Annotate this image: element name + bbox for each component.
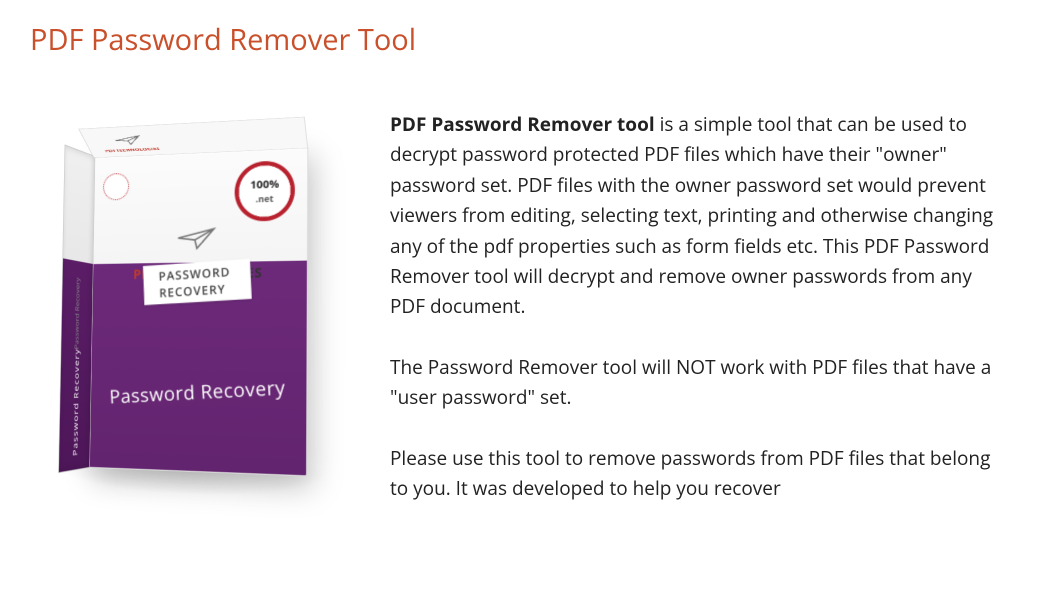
paragraph-3: Please use this tool to remove passwords… bbox=[390, 443, 1011, 504]
box-side-panel: Password Recovery Password Recovery bbox=[58, 144, 95, 473]
para1-rest: is a simple tool that can be used to dec… bbox=[390, 111, 993, 319]
password-recovery-strip: PASSWORD RECOVERY bbox=[143, 259, 252, 306]
product-box-image: Password Recovery Password Recovery PDFT… bbox=[30, 109, 360, 539]
page-title: PDF Password Remover Tool bbox=[30, 20, 1011, 59]
side-label-lower: Password Recovery bbox=[70, 348, 81, 456]
hundred-percent-badge-icon: 100% .net bbox=[234, 160, 295, 222]
content-row: Password Recovery Password Recovery PDFT… bbox=[30, 109, 1011, 539]
box-front-panel: 100% .net PDFTECHNOLOGIES PASSWORD RECOV… bbox=[88, 146, 308, 476]
paragraph-1: PDF Password Remover tool is a simple to… bbox=[390, 109, 1011, 322]
side-label-upper: Password Recovery bbox=[73, 277, 81, 349]
description-text: PDF Password Remover tool is a simple to… bbox=[390, 109, 1011, 539]
top-brand-text: PDFTECHNOLOGIES bbox=[104, 146, 161, 153]
badge-percent: 100% bbox=[250, 177, 279, 193]
lead-bold: PDF Password Remover tool bbox=[390, 111, 655, 137]
badge-dotnet-label: .net bbox=[256, 192, 274, 206]
main-product-label: Password Recovery bbox=[90, 373, 307, 411]
paragraph-2: The Password Remover tool will NOT work … bbox=[390, 352, 1011, 413]
paper-plane-icon bbox=[175, 224, 218, 256]
small-badge-icon bbox=[103, 173, 129, 201]
paper-plane-icon bbox=[112, 134, 146, 147]
